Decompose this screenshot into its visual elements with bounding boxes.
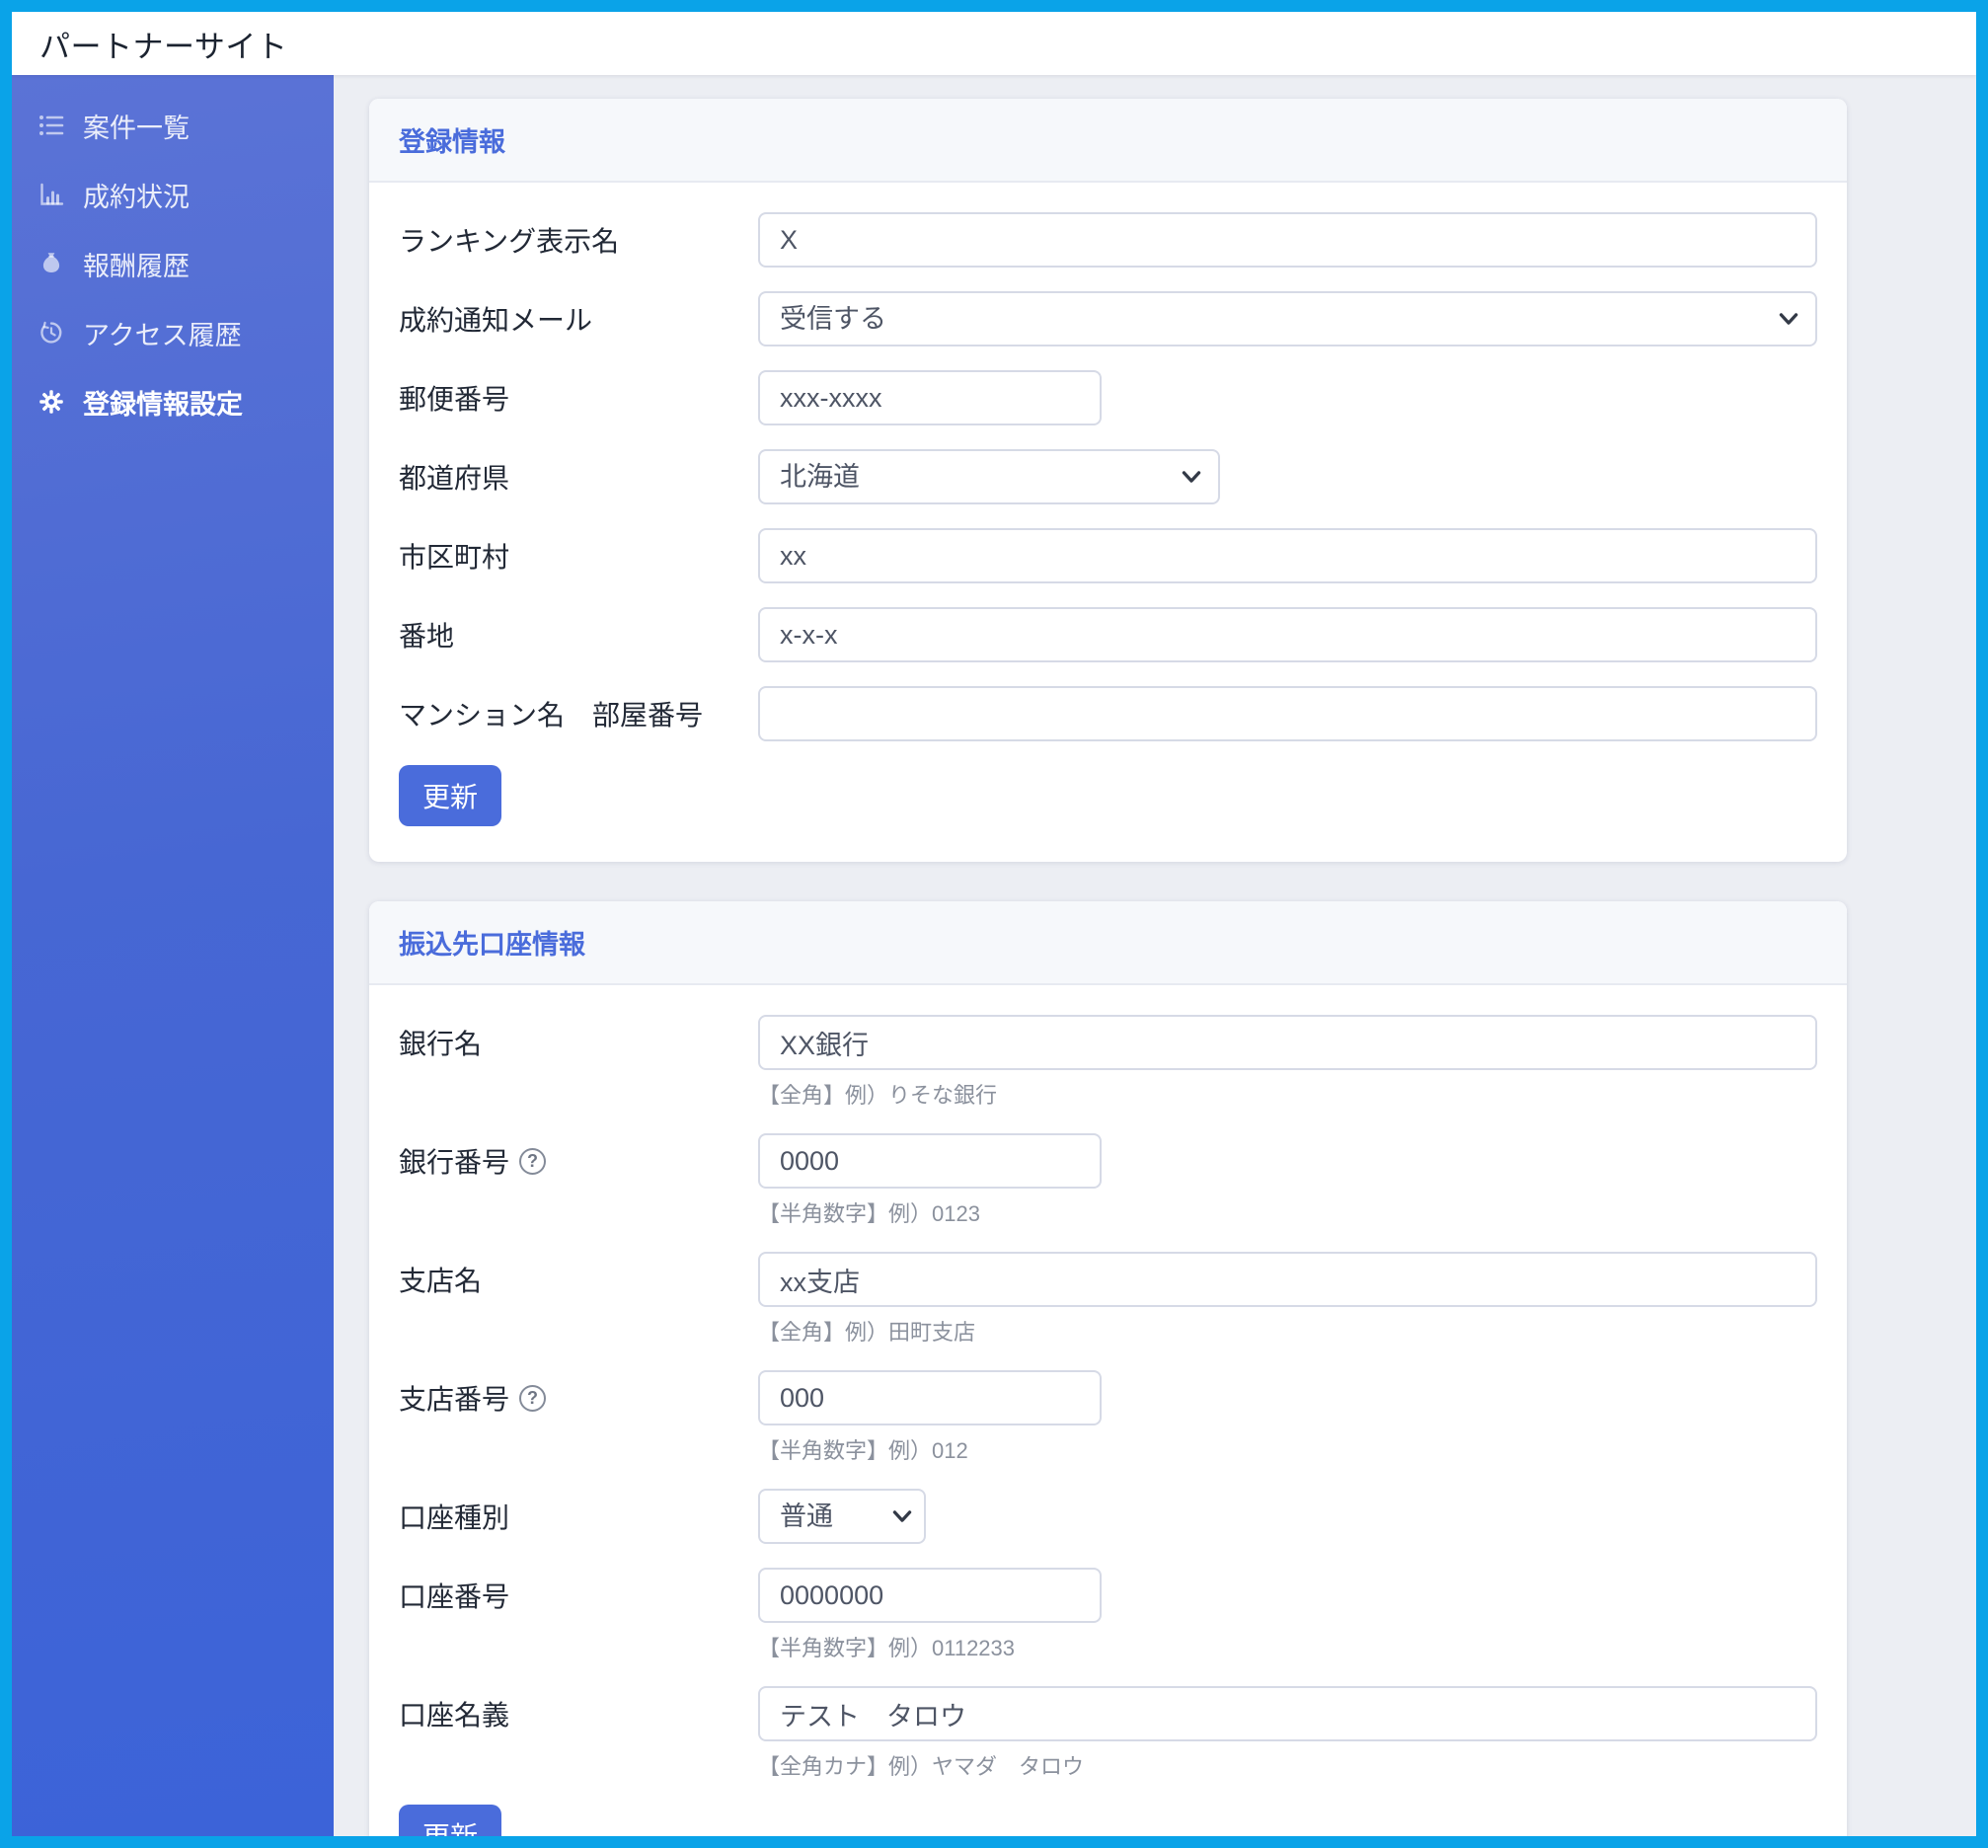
bank-account-form: 銀行名【全角】例）りそな銀行銀行番号?【半角数字】例）0123支店名【全角】例）… [399, 1015, 1817, 1781]
branch-name-hint: 【全角】例）田町支店 [758, 1320, 976, 1345]
sidebar-item-label: 案件一覧 [83, 113, 190, 143]
account-number-label: 口座番号 [399, 1581, 510, 1612]
branch-name-input[interactable] [758, 1252, 1817, 1307]
postal-code-label: 郵便番号 [399, 384, 510, 415]
sidebar-nav: 案件一覧 成約状況 報酬履歴 アクセス履歴 登録情報設定 [12, 75, 334, 1836]
list-icon [38, 112, 65, 139]
form-row-branch-name: 支店名【全角】例）田町支店 [399, 1252, 1817, 1347]
window-frame: パートナーサイト 案件一覧 成約状況 報酬履歴 アクセス履歴 登録情報設定 登録… [0, 0, 1988, 1848]
sidebar-item-label: 登録情報設定 [83, 389, 243, 420]
bank-code-input[interactable] [758, 1133, 1102, 1189]
sidebar-item-label: 報酬履歴 [83, 251, 190, 281]
prefecture-select[interactable]: 北海道 [758, 449, 1220, 504]
layout: 案件一覧 成約状況 報酬履歴 アクセス履歴 登録情報設定 登録情報 ランキング表… [12, 75, 1976, 1836]
account-holder-label: 口座名義 [399, 1700, 510, 1731]
city-label: 市区町村 [399, 542, 510, 573]
form-row-postal-code: 郵便番号 [399, 370, 1817, 425]
branch-code-help-icon[interactable]: ? [519, 1384, 547, 1412]
form-row-city: 市区町村 [399, 528, 1817, 583]
sidebar-item-reward-history[interactable]: 報酬履歴 [12, 229, 334, 298]
bank-account-card-body: 銀行名【全角】例）りそな銀行銀行番号?【半角数字】例）0123支店名【全角】例）… [369, 985, 1847, 1836]
registration-card-body: ランキング表示名成約通知メール 受信する 郵便番号都道府県 北海道 市区町村番地マン… [369, 183, 1847, 862]
sidebar-item-registration-settings[interactable]: 登録情報設定 [12, 367, 334, 436]
money-bag-icon [38, 250, 65, 277]
prefecture-label: 都道府県 [399, 463, 510, 494]
account-number-hint: 【半角数字】例）0112233 [758, 1636, 1016, 1660]
account-type-label: 口座種別 [399, 1502, 510, 1533]
registration-card-title: 登録情報 [399, 127, 505, 157]
bank-code-label: 銀行番号? [399, 1133, 758, 1189]
contract-notification-email-label: 成約通知メール [399, 305, 593, 336]
branch-code-label: 支店番号? [399, 1370, 758, 1425]
account-type-select[interactable]: 普通 [758, 1489, 926, 1544]
registration-update-button[interactable]: 更新 [399, 765, 502, 826]
building-room-input[interactable] [758, 686, 1817, 741]
form-row-street-number: 番地 [399, 607, 1817, 662]
branch-name-label: 支店名 [399, 1266, 483, 1296]
page-title: パートナーサイト [39, 29, 288, 64]
main-content: 登録情報 ランキング表示名成約通知メール 受信する 郵便番号都道府県 北海道 市区町… [334, 75, 1976, 1836]
street-number-input[interactable] [758, 607, 1817, 662]
account-holder-hint: 【全角カナ】例）ヤマダ タロウ [758, 1754, 1085, 1779]
registration-card-header: 登録情報 [369, 99, 1847, 183]
bank-account-update-button[interactable]: 更新 [399, 1805, 502, 1836]
form-row-account-number: 口座番号【半角数字】例）0112233 [399, 1568, 1817, 1662]
app-header: パートナーサイト [12, 12, 1976, 75]
branch-code-input[interactable] [758, 1370, 1102, 1425]
bank-code-hint: 【半角数字】例）0123 [758, 1201, 980, 1226]
form-row-account-type: 口座種別 普通 [399, 1489, 1817, 1544]
sidebar-item-access-history[interactable]: アクセス履歴 [12, 298, 334, 367]
bank-account-card: 振込先口座情報 銀行名【全角】例）りそな銀行銀行番号?【半角数字】例）0123支… [369, 901, 1847, 1836]
registration-card: 登録情報 ランキング表示名成約通知メール 受信する 郵便番号都道府県 北海道 市区町… [369, 99, 1847, 862]
sidebar-item-label: 成約状況 [83, 182, 190, 212]
ranking-display-name-label: ランキング表示名 [399, 226, 620, 257]
form-row-building-room: マンション名 部屋番号 [399, 686, 1817, 741]
sidebar-item-cases-list[interactable]: 案件一覧 [12, 91, 334, 160]
city-input[interactable] [758, 528, 1817, 583]
form-row-branch-code: 支店番号?【半角数字】例）012 [399, 1370, 1817, 1465]
bank-code-help-icon[interactable]: ? [519, 1147, 547, 1175]
form-row-ranking-display-name: ランキング表示名 [399, 212, 1817, 268]
gear-icon [38, 388, 65, 416]
sidebar-item-contract-status[interactable]: 成約状況 [12, 160, 334, 229]
account-holder-input[interactable] [758, 1686, 1817, 1741]
bank-name-input[interactable] [758, 1015, 1817, 1070]
sidebar-item-label: アクセス履歴 [83, 320, 242, 350]
form-row-bank-code: 銀行番号?【半角数字】例）0123 [399, 1133, 1817, 1228]
bank-name-hint: 【全角】例）りそな銀行 [758, 1083, 998, 1108]
registration-form: ランキング表示名成約通知メール 受信する 郵便番号都道府県 北海道 市区町村番地マン… [399, 212, 1817, 741]
history-icon [38, 319, 65, 346]
branch-code-hint: 【半角数字】例）012 [758, 1438, 968, 1463]
bank-account-card-title: 振込先口座情報 [399, 930, 585, 960]
account-number-input[interactable] [758, 1568, 1102, 1623]
form-row-prefecture: 都道府県 北海道 [399, 449, 1817, 504]
street-number-label: 番地 [399, 621, 455, 652]
form-row-account-holder: 口座名義【全角カナ】例）ヤマダ タロウ [399, 1686, 1817, 1781]
form-row-bank-name: 銀行名【全角】例）りそな銀行 [399, 1015, 1817, 1110]
postal-code-input[interactable] [758, 370, 1102, 425]
bank-name-label: 銀行名 [399, 1029, 483, 1059]
building-room-label: マンション名 部屋番号 [399, 700, 704, 731]
bar-chart-icon [38, 181, 65, 208]
form-row-contract-notification-email: 成約通知メール 受信する [399, 291, 1817, 346]
ranking-display-name-input[interactable] [758, 212, 1817, 268]
contract-notification-email-select[interactable]: 受信する [758, 291, 1817, 346]
bank-account-card-header: 振込先口座情報 [369, 901, 1847, 985]
